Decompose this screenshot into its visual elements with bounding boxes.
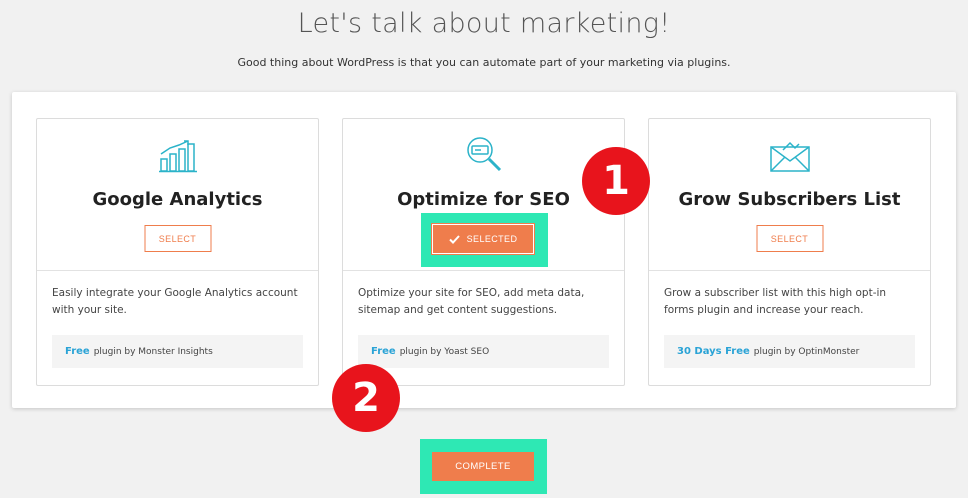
card-title: Optimize for SEO — [397, 189, 570, 210]
plugin-info: 30 Days Free plugin by OptinMonster — [664, 335, 915, 368]
selected-button-seo[interactable]: SELECTED — [432, 224, 534, 254]
price-label: 30 Days Free — [677, 346, 750, 357]
plugin-by-label: plugin by Monster Insights — [93, 346, 213, 357]
complete-button[interactable]: COMPLETE — [432, 452, 534, 481]
checkmark-icon — [448, 234, 460, 244]
page-title: Let's talk about marketing! — [297, 8, 671, 39]
card-grow-subscribers: Grow Subscribers List SELECT Grow a subs… — [648, 118, 931, 386]
plugin-by-label: plugin by Yoast SEO — [399, 346, 490, 357]
bar-chart-icon — [37, 139, 318, 178]
selected-highlight: SELECTED — [421, 213, 548, 267]
card-description: Grow a subscriber list with this high op… — [664, 287, 887, 316]
step-badge-2: 2 — [332, 364, 400, 432]
seo-magnifier-icon — [343, 135, 624, 178]
envelope-icon — [649, 141, 930, 178]
card-description: Easily integrate your Google Analytics a… — [52, 287, 298, 316]
card-title: Google Analytics — [92, 189, 263, 210]
options-panel: Google Analytics SELECT Easily integrate… — [12, 92, 956, 408]
price-label: Free — [371, 346, 396, 357]
plugin-info: Free plugin by Monster Insights — [52, 335, 303, 368]
plugin-by-label: plugin by OptinMonster — [753, 346, 860, 357]
price-label: Free — [65, 346, 90, 357]
step-badge-1: 1 — [582, 147, 650, 215]
card-title: Grow Subscribers List — [678, 189, 901, 210]
card-description: Optimize your site for SEO, add meta dat… — [358, 287, 585, 316]
select-button-google-analytics[interactable]: SELECT — [144, 225, 211, 252]
complete-highlight: COMPLETE — [420, 439, 547, 494]
selected-label: SELECTED — [466, 234, 518, 244]
plugin-info: Free plugin by Yoast SEO — [358, 335, 609, 368]
card-optimize-seo: Optimize for SEO SELECTED Optimize your … — [342, 118, 625, 386]
page-subtitle: Good thing about WordPress is that you c… — [237, 56, 731, 69]
card-google-analytics: Google Analytics SELECT Easily integrate… — [36, 118, 319, 386]
select-button-grow-subscribers[interactable]: SELECT — [756, 225, 823, 252]
